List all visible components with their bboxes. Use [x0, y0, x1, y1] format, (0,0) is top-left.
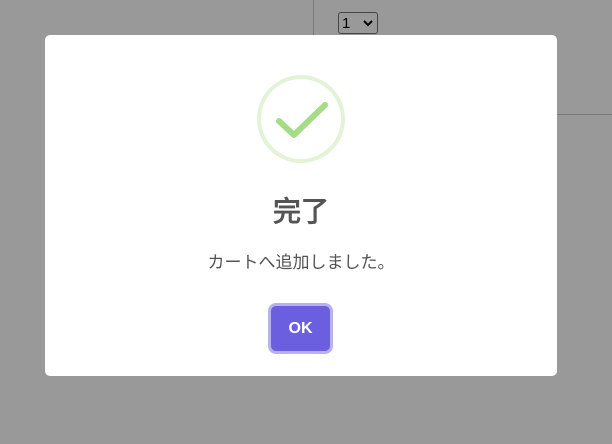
- ok-button[interactable]: OK: [271, 306, 330, 351]
- dialog-message: カートへ追加しました。: [207, 253, 395, 273]
- dialog-title: 完了: [272, 195, 329, 228]
- alert-dialog: 完了 カートへ追加しました。 OK: [45, 35, 557, 376]
- success-checkmark-icon: [257, 75, 345, 163]
